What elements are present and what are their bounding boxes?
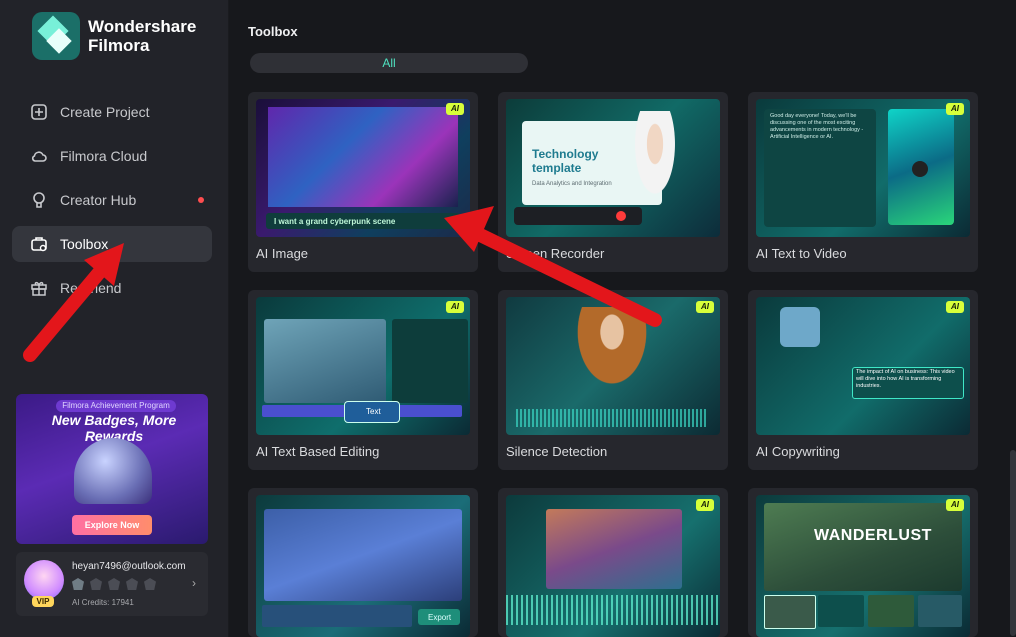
arrow-to-toolbox xyxy=(23,243,124,362)
annotation-arrows xyxy=(23,206,662,362)
arrow-to-ai-image xyxy=(444,206,662,327)
